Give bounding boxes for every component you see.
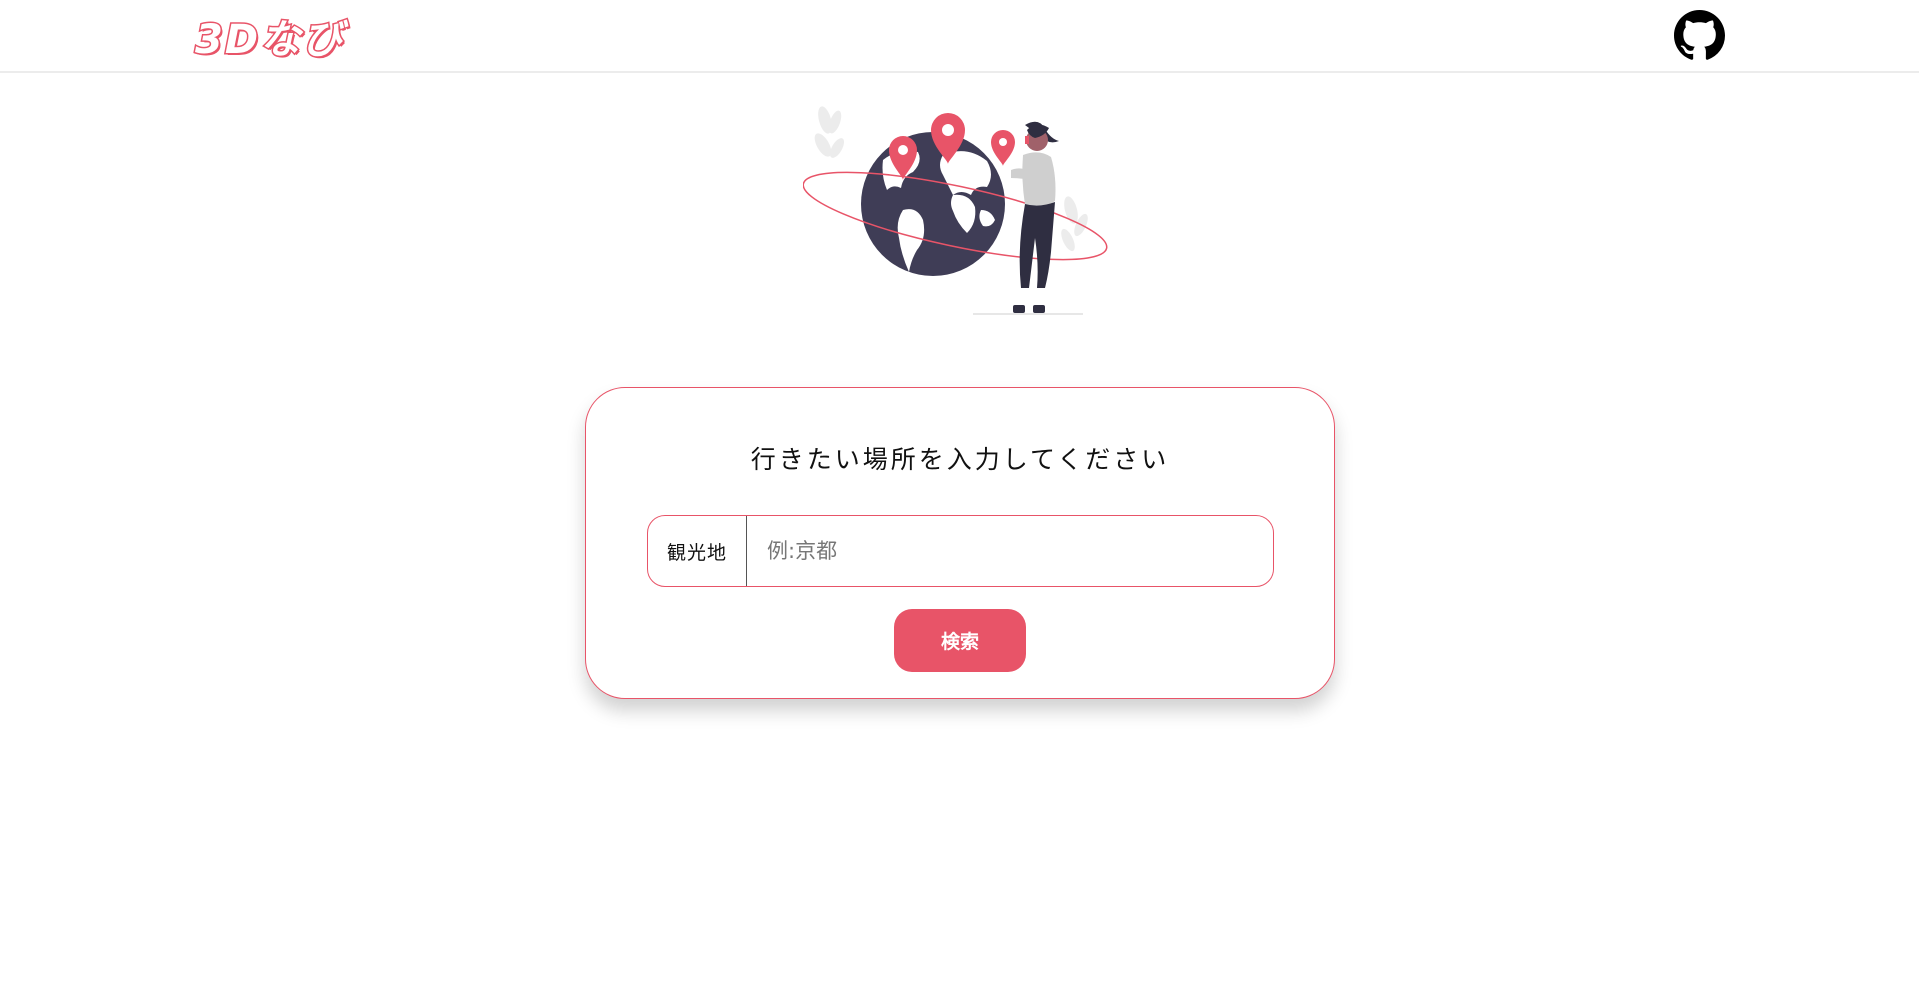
app-logo[interactable]: 3Dなび: [193, 12, 344, 68]
navbar: 3Dなび: [0, 0, 1919, 73]
search-input-label: 観光地: [648, 516, 747, 586]
globe-illustration: [802, 106, 1108, 315]
github-icon[interactable]: [1674, 10, 1725, 61]
globe-icon: [861, 132, 1005, 276]
search-input-group: 観光地: [647, 515, 1274, 587]
search-card: 行きたい場所を入力してください 観光地 検索: [585, 387, 1335, 699]
search-card-title: 行きたい場所を入力してください: [750, 445, 1170, 474]
search-button[interactable]: 検索: [894, 609, 1026, 672]
search-input[interactable]: [747, 516, 1273, 586]
leaf-decoration-right: [1061, 196, 1088, 252]
map-pin-icon: [991, 130, 1015, 166]
leaf-decoration-left: [814, 106, 844, 158]
github-icon-svg: [1674, 10, 1725, 60]
hero-illustration: [802, 100, 1118, 330]
